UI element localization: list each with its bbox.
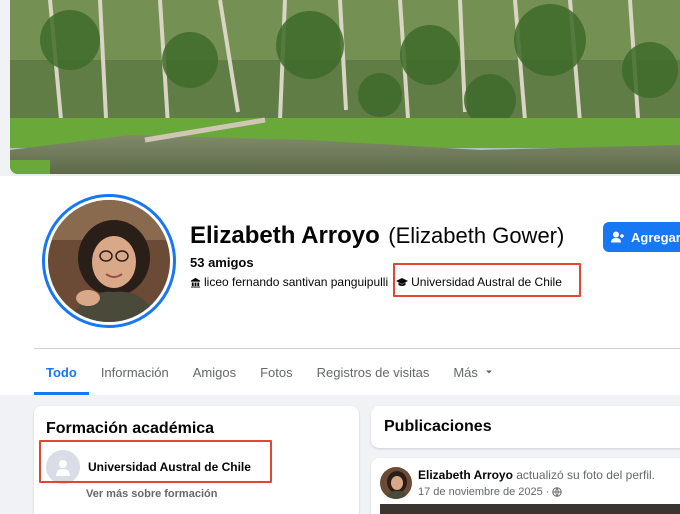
highlight-box-intro-university — [393, 263, 581, 297]
add-friend-icon — [611, 231, 624, 243]
post-header: Elizabeth Arroyo actualizó su foto del p… — [418, 468, 655, 482]
globe-icon — [552, 487, 563, 497]
cover-left-edge — [0, 0, 10, 176]
post-meta-separator: · — [545, 486, 550, 498]
post-image[interactable] — [380, 504, 680, 514]
post-meta: 17 de noviembre de 2025 · — [418, 486, 563, 498]
tab-amigos[interactable]: Amigos — [181, 349, 248, 395]
tab-fotos[interactable]: Fotos — [248, 349, 305, 395]
tab-todo[interactable]: Todo — [34, 349, 89, 395]
friends-count[interactable]: 53 amigos — [190, 255, 254, 270]
posts-card: Publicaciones — [371, 406, 680, 448]
tab-informacion[interactable]: Información — [89, 349, 181, 395]
intro-school-1-label: liceo fernando santivan panguipulli — [204, 275, 389, 289]
post-date[interactable]: 17 de noviembre de 2025 — [418, 486, 543, 498]
add-friend-button[interactable]: Agregar a — [603, 222, 680, 252]
cover-photo[interactable] — [0, 0, 680, 176]
education-card-title: Formación académica — [46, 420, 215, 437]
see-more-education-link[interactable]: Ver más sobre formación — [86, 488, 217, 500]
tab-registros-de-visitas[interactable]: Registros de visitas — [305, 349, 442, 395]
tab-mas-label: Más — [453, 364, 478, 380]
post-author-name[interactable]: Elizabeth Arroyo — [418, 468, 513, 482]
post-action-text: actualizó su foto del perfil. — [516, 468, 655, 482]
add-friend-label: Agregar a — [631, 229, 680, 245]
profile-avatar[interactable] — [42, 194, 176, 328]
profile-name-row: Elizabeth Arroyo (Elizabeth Gower) — [190, 222, 564, 250]
chevron-down-icon — [485, 370, 492, 374]
post-card: Elizabeth Arroyo actualizó su foto del p… — [371, 458, 680, 514]
school-icon — [190, 277, 201, 288]
intro-school-1[interactable]: liceo fernando santivan panguipulli — [190, 275, 388, 289]
profile-name: Elizabeth Arroyo — [190, 222, 380, 249]
cover-image — [10, 0, 680, 174]
posts-card-title: Publicaciones — [384, 418, 492, 435]
profile-tabs: Todo Información Amigos Fotos Registros … — [34, 349, 506, 395]
highlight-box-education-school — [39, 440, 272, 483]
profile-alternate-name: (Elizabeth Gower) — [388, 223, 565, 248]
post-author-avatar[interactable] — [380, 467, 412, 499]
tab-mas[interactable]: Más — [441, 349, 506, 395]
